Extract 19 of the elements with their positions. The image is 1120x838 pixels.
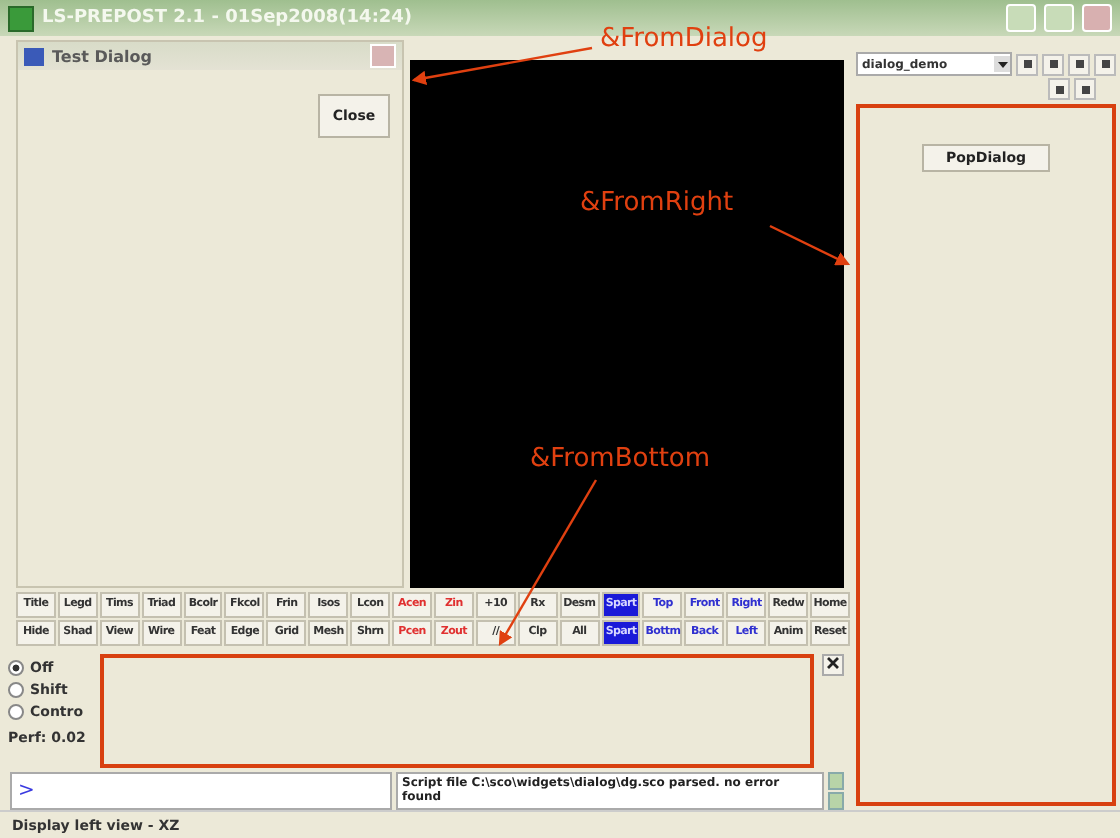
- app-icon: [8, 5, 34, 31]
- tool-icon[interactable]: [1094, 53, 1116, 75]
- dialog-title: Test Dialog: [52, 47, 154, 65]
- tool-icon[interactable]: [1074, 78, 1096, 100]
- caret-icon: [997, 61, 1007, 67]
- dialog-icon: [24, 47, 44, 65]
- tool-icon[interactable]: [1042, 53, 1064, 75]
- annotation-label: &FromRight: [580, 188, 734, 218]
- tool-icon[interactable]: [1016, 53, 1038, 75]
- annotation-arrow: [769, 224, 851, 266]
- tool-icon[interactable]: [1068, 53, 1090, 75]
- close-icon: [826, 655, 840, 670]
- annotation-label: &FromDialog: [600, 24, 768, 54]
- annotation-label: &FromBottom: [530, 444, 711, 474]
- close-button[interactable]: [822, 653, 844, 676]
- command-field[interactable]: >: [10, 772, 392, 810]
- prompt-text: >: [18, 780, 35, 803]
- tool-icon[interactable]: [1048, 78, 1070, 100]
- window-title: LS-PREPOST 2.1 - 01Sep2008(14:24): [42, 8, 415, 28]
